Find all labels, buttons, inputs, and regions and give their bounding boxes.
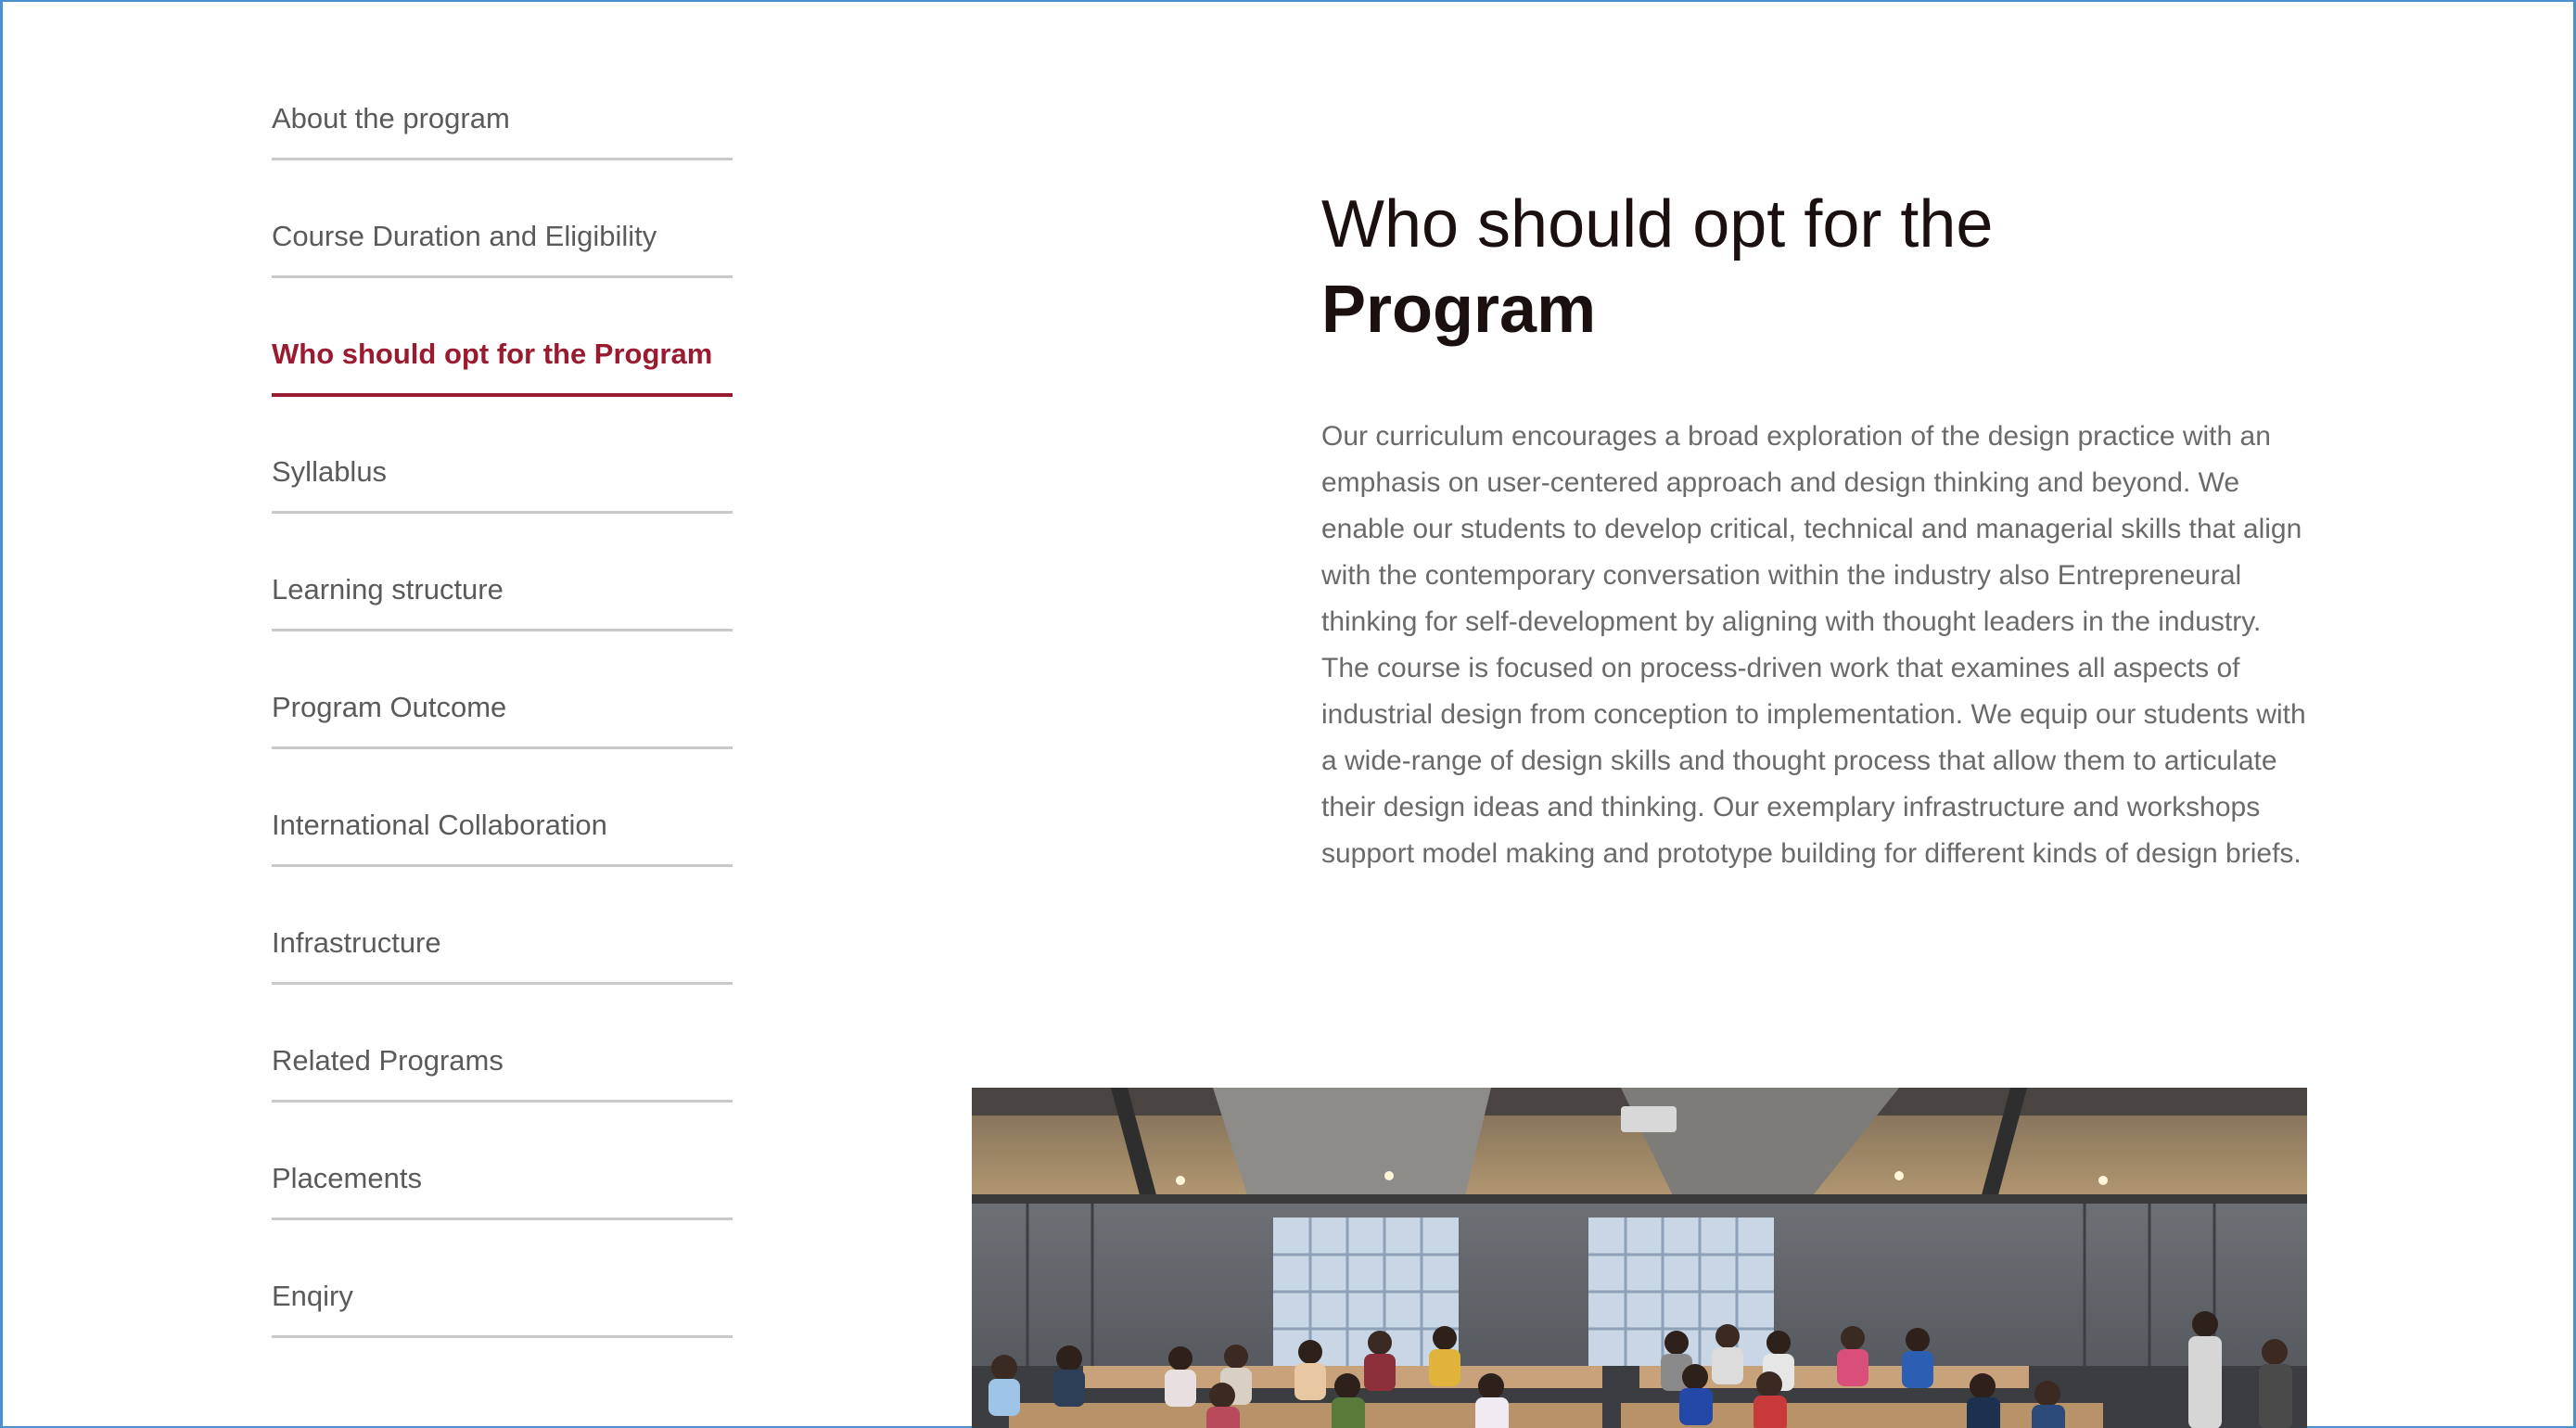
- nav-item-placements[interactable]: Placements: [272, 1143, 733, 1261]
- nav-divider: [272, 629, 733, 631]
- classroom-photo: [972, 1088, 2307, 1428]
- nav-item-label: Who should opt for the Program: [272, 338, 713, 370]
- nav-active-underline: [272, 393, 733, 397]
- nav-item-related-programs[interactable]: Related Programs: [272, 1026, 733, 1143]
- nav-divider: [272, 1100, 733, 1103]
- section-body-text: Our curriculum encourages a broad explor…: [1321, 421, 2306, 869]
- section-heading: Who should opt for the Program: [1321, 182, 2341, 352]
- nav-item-label: About the program: [272, 102, 510, 134]
- nav-item-label: Infrastructure: [272, 926, 441, 959]
- nav-item-who-should-opt[interactable]: Who should opt for the Program: [272, 319, 733, 437]
- nav-divider: [272, 275, 733, 278]
- nav-item-enquiry[interactable]: Enqiry: [272, 1261, 733, 1379]
- nav-divider: [272, 158, 733, 160]
- nav-item-label: International Collaboration: [272, 809, 607, 841]
- nav-item-program-outcome[interactable]: Program Outcome: [272, 672, 733, 790]
- nav-item-infrastructure[interactable]: Infrastructure: [272, 908, 733, 1026]
- nav-divider: [272, 746, 733, 749]
- nav-divider: [272, 511, 733, 514]
- nav-divider: [272, 1335, 733, 1338]
- nav-item-label: Program Outcome: [272, 691, 507, 723]
- section-nav: About the program Course Duration and El…: [272, 83, 733, 1379]
- nav-divider: [272, 864, 733, 867]
- nav-item-international-collaboration[interactable]: International Collaboration: [272, 790, 733, 908]
- nav-item-learning-structure[interactable]: Learning structure: [272, 555, 733, 672]
- nav-item-label: Placements: [272, 1162, 422, 1194]
- nav-item-syllabus[interactable]: Syllablus: [272, 437, 733, 555]
- nav-divider: [272, 1218, 733, 1220]
- nav-item-label: Enqiry: [272, 1280, 353, 1312]
- section-heading-line1: Who should opt for the: [1321, 187, 1994, 261]
- section-heading-line2: Program: [1321, 273, 1597, 347]
- nav-item-label: Related Programs: [272, 1044, 504, 1077]
- nav-item-label: Syllablus: [272, 455, 388, 488]
- nav-item-about-the-program[interactable]: About the program: [272, 83, 733, 201]
- nav-item-label: Learning structure: [272, 573, 504, 606]
- nav-item-course-duration-and-eligibility[interactable]: Course Duration and Eligibility: [272, 201, 733, 319]
- nav-item-label: Course Duration and Eligibility: [272, 220, 657, 252]
- nav-divider: [272, 982, 733, 985]
